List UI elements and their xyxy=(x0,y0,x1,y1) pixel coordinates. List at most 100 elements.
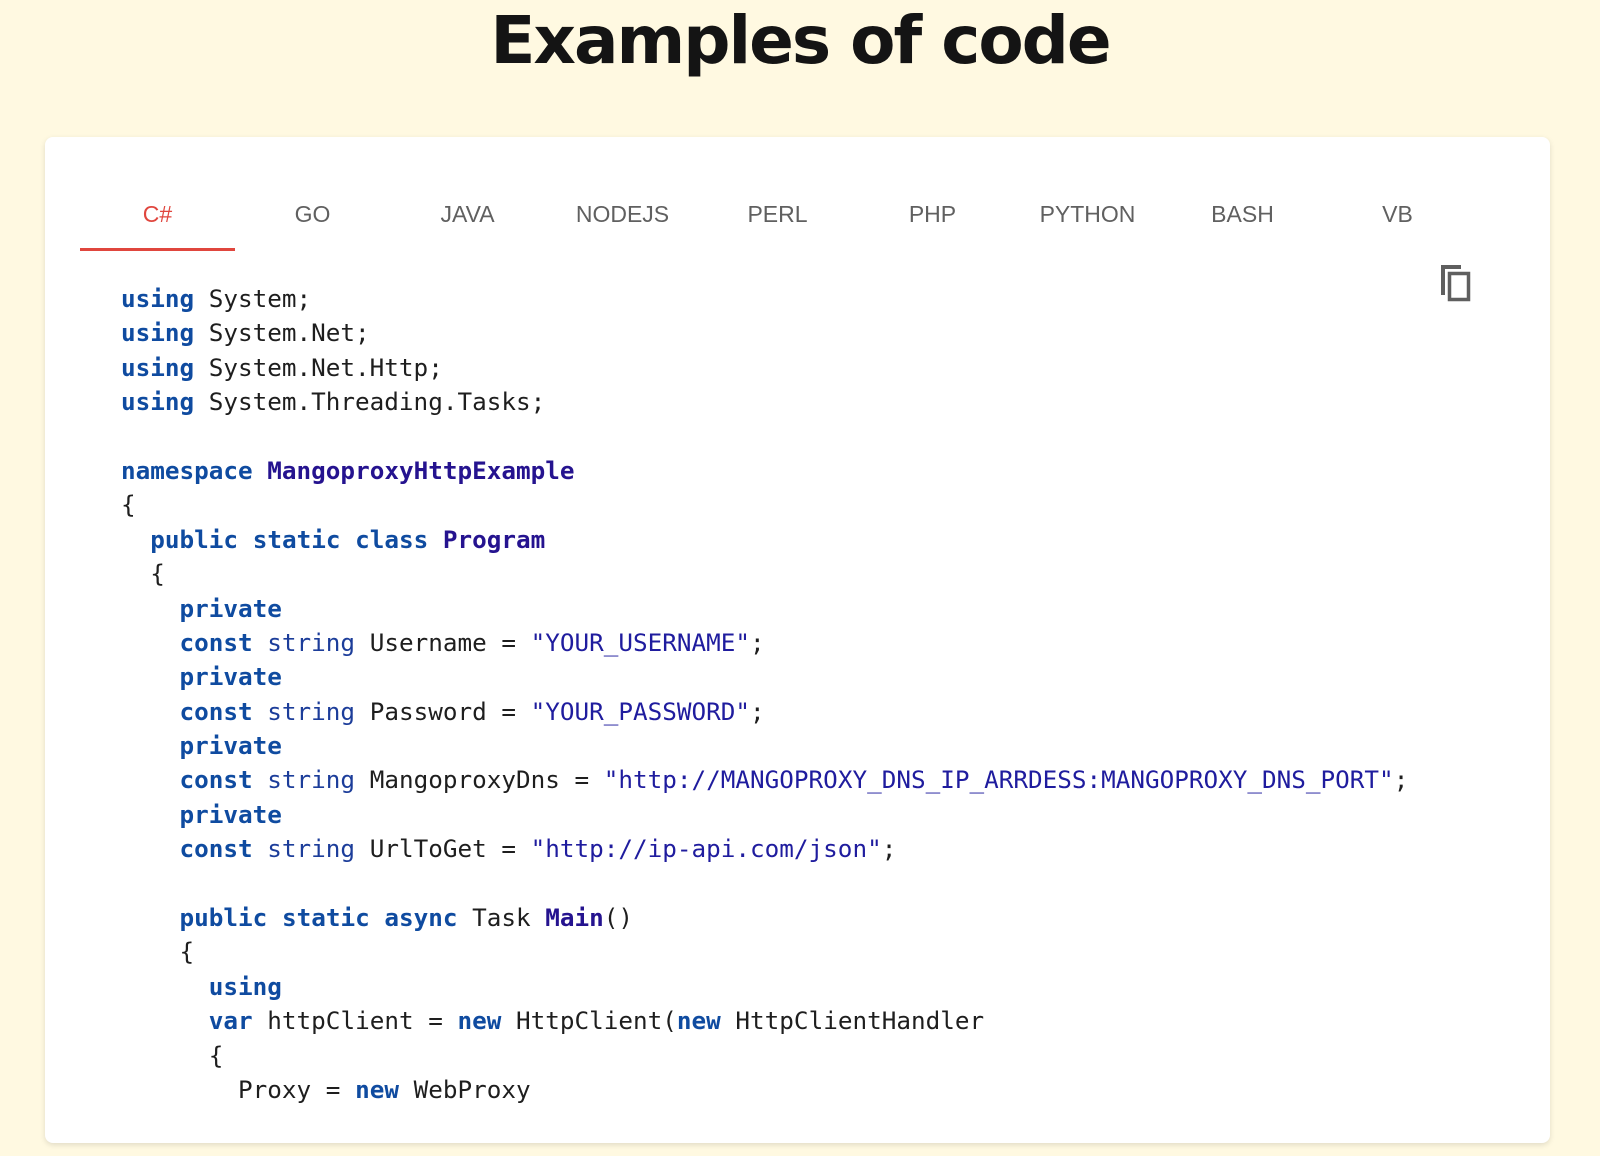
code-token: { xyxy=(121,490,136,520)
code-token: "YOUR_USERNAME" xyxy=(530,627,751,657)
tab-java[interactable]: JAVA xyxy=(390,177,545,251)
tab-vb[interactable]: VB xyxy=(1320,177,1475,251)
code-line: { xyxy=(121,557,1530,591)
code-token: public xyxy=(179,903,268,933)
code-line: namespace MangoproxyHttpExample xyxy=(121,454,1530,488)
code-line: Proxy = new WebProxy xyxy=(121,1073,1530,1107)
code-line: public static class Program xyxy=(121,523,1530,557)
code-token: string xyxy=(267,696,356,726)
tab-perl[interactable]: PERL xyxy=(700,177,855,251)
code-token: string xyxy=(267,765,356,795)
code-token: MangoproxyDns = xyxy=(355,765,604,795)
code-token: string xyxy=(267,627,356,657)
code-token: ; xyxy=(881,834,897,864)
code-token: private xyxy=(179,593,282,623)
code-token: using xyxy=(208,971,282,1001)
tab-nodejs[interactable]: NODEJS xyxy=(545,177,700,251)
code-line: const string Username = "YOUR_USERNAME"; xyxy=(121,626,1530,660)
code-token: MangoproxyHttpExample xyxy=(267,455,575,485)
code-line: using System.Net; xyxy=(121,316,1530,350)
code-token: new xyxy=(457,1006,502,1036)
code-token: httpClient = xyxy=(252,1006,458,1036)
code-token: var xyxy=(208,1006,253,1036)
code-line: private xyxy=(121,592,1530,626)
code-token: static xyxy=(252,524,341,554)
code-token: static xyxy=(281,903,370,933)
code-token: private xyxy=(179,731,282,761)
tab-go[interactable]: GO xyxy=(235,177,390,251)
code-token: ; xyxy=(750,696,765,726)
code-token: using xyxy=(121,318,195,348)
code-token: using xyxy=(121,284,195,313)
code-token: { xyxy=(121,1040,224,1070)
code-token: const xyxy=(179,696,253,726)
code-line: { xyxy=(121,1039,1530,1073)
code-token: using xyxy=(121,387,195,417)
tab-bash[interactable]: BASH xyxy=(1165,177,1320,251)
code-token: "YOUR_PASSWORD" xyxy=(530,696,751,726)
code-token: ; xyxy=(1393,765,1409,795)
tab-python[interactable]: PYTHON xyxy=(1010,177,1165,251)
code-token: private xyxy=(179,799,282,829)
code-token: Task xyxy=(457,903,546,933)
code-token: Main xyxy=(545,903,604,933)
code-line: public static async Task Main() xyxy=(121,901,1530,935)
code-token: ; xyxy=(750,627,765,657)
code-token: public xyxy=(150,524,239,554)
code-token: HttpClient( xyxy=(501,1006,677,1036)
code-token: const xyxy=(179,834,253,864)
code-token: Proxy = xyxy=(121,1074,356,1104)
code-token: WebProxy xyxy=(398,1074,531,1104)
language-tabs: C# GO JAVA NODEJS PERL PHP PYTHON BASH VB xyxy=(80,177,1475,251)
code-line: using System; xyxy=(121,282,1530,316)
code-token: () xyxy=(603,903,634,933)
code-line: const string UrlToGet = "http://ip-api.c… xyxy=(121,832,1530,866)
code-block: using System; using System.Net; using Syst… xyxy=(121,282,1530,1113)
code-token: async xyxy=(384,903,458,933)
code-token: UrlToGet = xyxy=(355,834,531,864)
code-token: using xyxy=(121,352,195,382)
code-token: const xyxy=(179,765,253,795)
code-line: const string Password = "YOUR_PASSWORD"; xyxy=(121,695,1530,729)
code-token: "http://ip-api.com/json" xyxy=(530,834,882,864)
code-token: "http://MANGOPROXY_DNS_IP_ARRDESS:MANGOP… xyxy=(603,765,1394,795)
code-token: Username = xyxy=(355,627,531,657)
code-line: using System.Threading.Tasks; xyxy=(121,385,1530,419)
code-line: private xyxy=(121,798,1530,832)
tab-csharp[interactable]: C# xyxy=(80,177,235,251)
code-token: System.Net.Http; xyxy=(194,352,443,382)
code-line: var httpClient = new HttpClient(new Http… xyxy=(121,1004,1530,1038)
code-token: HttpClientHandler xyxy=(720,1006,985,1036)
code-token: System; xyxy=(194,284,312,313)
code-token: { xyxy=(121,559,165,589)
code-token: Program xyxy=(442,524,546,554)
tab-php[interactable]: PHP xyxy=(855,177,1010,251)
code-examples-card: C# GO JAVA NODEJS PERL PHP PYTHON BASH VB using … xyxy=(45,137,1550,1143)
code-token: new xyxy=(676,1006,721,1036)
code-line: { xyxy=(121,488,1530,522)
code-line: { xyxy=(121,935,1530,969)
code-line: using System.Net.Http; xyxy=(121,351,1530,385)
code-token: System.Net; xyxy=(194,318,370,348)
